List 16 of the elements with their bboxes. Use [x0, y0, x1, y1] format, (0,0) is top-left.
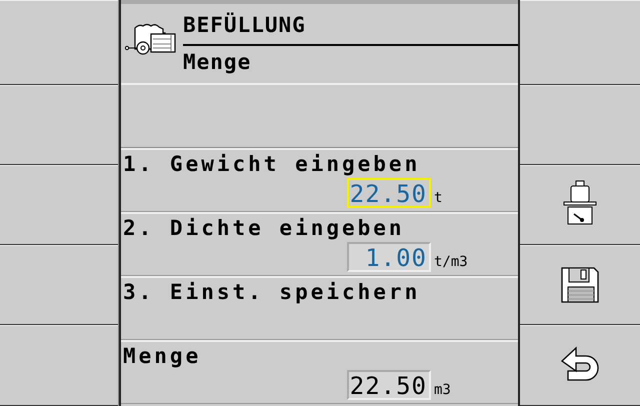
unit-label: m3 — [434, 382, 451, 398]
softkey-button[interactable] — [520, 325, 640, 406]
menu-item-label[interactable]: 2. Dichte eingeben — [123, 214, 405, 242]
menu-item-label[interactable]: Menge — [123, 342, 202, 370]
readout-field: 22.50 — [347, 370, 431, 400]
menu-item-label[interactable]: 1. Gewicht eingeben — [123, 150, 420, 178]
menu-item-label[interactable]: 3. Einst. speichern — [123, 278, 420, 306]
screen-title: BEFÜLLUNG — [183, 4, 518, 46]
softkey-button[interactable] — [520, 245, 640, 325]
screen-subtitle: Menge — [183, 49, 252, 76]
unit-label: t — [434, 190, 442, 206]
unit-label: t/m3 — [434, 254, 468, 270]
number-input-field[interactable]: 22.50 — [347, 178, 431, 208]
save-icon — [560, 265, 600, 305]
softkey-button[interactable] — [520, 165, 640, 245]
number-input-field[interactable]: 1.00 — [347, 242, 431, 272]
